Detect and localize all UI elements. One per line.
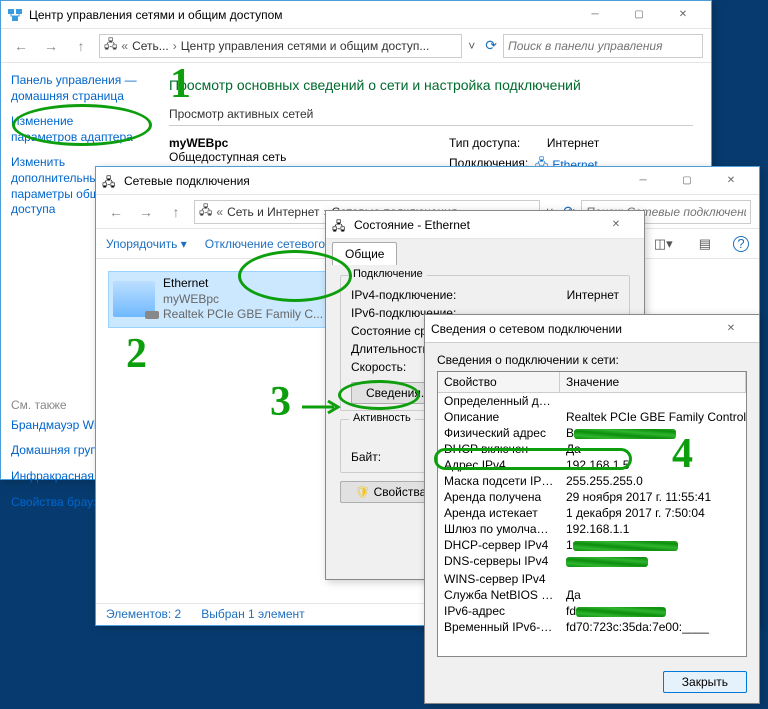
details-row[interactable]: Аренда истекает1 декабря 2017 г. 7:50:04 bbox=[438, 505, 746, 521]
titlebar[interactable]: Сведения о сетевом подключении ✕ bbox=[425, 315, 759, 343]
details-row[interactable]: DNS-серверы IPv4 bbox=[438, 553, 746, 569]
details-row[interactable]: WINS-сервер IPv4 bbox=[438, 571, 746, 587]
details-row[interactable]: Определенный для по... bbox=[438, 393, 746, 409]
up-button[interactable]: ↑ bbox=[164, 200, 188, 224]
forward-button[interactable]: → bbox=[134, 200, 158, 224]
page-heading: Просмотр основных сведений о сети и наст… bbox=[169, 77, 693, 93]
details-row[interactable]: Аренда получена29 ноября 2017 г. 11:55:4… bbox=[438, 489, 746, 505]
network-name: myWEBpc bbox=[169, 136, 449, 150]
forward-button[interactable]: → bbox=[39, 34, 63, 58]
close-button[interactable]: ✕ bbox=[709, 316, 753, 342]
search-input[interactable] bbox=[503, 34, 703, 58]
link-adapter-settings[interactable]: Изменение параметров адаптера bbox=[11, 114, 141, 145]
details-row[interactable]: Адрес IPv4192.168.1.5 bbox=[438, 457, 746, 473]
status-count: Элементов: 2 bbox=[106, 607, 181, 622]
breadcrumb[interactable]: 🖧 « Сеть... › Центр управления сетями и … bbox=[99, 34, 462, 58]
close-button[interactable]: ✕ bbox=[594, 212, 638, 238]
view-list-icon[interactable]: ▤ bbox=[695, 236, 715, 252]
col-property[interactable]: Свойство bbox=[438, 372, 560, 392]
minimize-button[interactable]: ─ bbox=[573, 2, 617, 28]
view-thumb-icon[interactable]: ◫▾ bbox=[650, 236, 677, 252]
details-row[interactable]: DHCP-сервер IPv41 bbox=[438, 537, 746, 553]
maximize-button[interactable]: ▢ bbox=[665, 168, 709, 194]
details-row[interactable]: IPv6-адресfd bbox=[438, 603, 746, 619]
close-button[interactable]: ✕ bbox=[709, 168, 753, 194]
titlebar[interactable]: Центр управления сетями и общим доступом… bbox=[1, 1, 711, 29]
col-value[interactable]: Значение bbox=[560, 372, 746, 392]
adapter-name: Ethernet bbox=[163, 276, 323, 292]
adapter-icon bbox=[113, 281, 155, 317]
dialog-title: Состояние - Ethernet bbox=[354, 218, 594, 232]
tab-general[interactable]: Общие bbox=[332, 242, 397, 265]
status-selected: Выбран 1 элемент bbox=[201, 607, 304, 622]
titlebar[interactable]: 🖧 Состояние - Ethernet ✕ bbox=[326, 211, 644, 239]
back-button[interactable]: ← bbox=[9, 34, 33, 58]
help-icon[interactable]: ? bbox=[733, 236, 749, 252]
details-row[interactable]: Временный IPv6-адресfd70:723c:35da:7e00:… bbox=[438, 619, 746, 635]
titlebar[interactable]: 🖧 Сетевые подключения ─ ▢ ✕ bbox=[96, 167, 759, 195]
network-icon: 🖧 bbox=[104, 35, 117, 56]
adapter-network: myWEBpc bbox=[163, 292, 323, 308]
details-row[interactable]: DHCP включенДа bbox=[438, 441, 746, 457]
close-button[interactable]: ✕ bbox=[661, 2, 705, 28]
maximize-button[interactable]: ▢ bbox=[617, 2, 661, 28]
toolbar-organize[interactable]: Упорядочить ▾ bbox=[106, 237, 187, 251]
network-icon bbox=[7, 7, 23, 23]
minimize-button[interactable]: ─ bbox=[621, 168, 665, 194]
up-button[interactable]: ↑ bbox=[69, 34, 93, 58]
details-row[interactable]: ОписаниеRealtek PCIe GBE Family Controll… bbox=[438, 409, 746, 425]
details-row[interactable]: Физический адресB bbox=[438, 425, 746, 441]
link-cp-home[interactable]: Панель управления — домашняя страница bbox=[11, 73, 141, 104]
window-title: Сетевые подключения bbox=[124, 174, 621, 188]
dialog-title: Сведения о сетевом подключении bbox=[431, 322, 709, 336]
adapter-device: Realtek PCIe GBE Family C... bbox=[163, 307, 323, 323]
address-bar: ← → ↑ 🖧 « Сеть... › Центр управления сет… bbox=[1, 29, 711, 63]
network-icon: 🖧 bbox=[102, 173, 118, 189]
details-caption: Сведения о подключении к сети: bbox=[437, 353, 747, 367]
details-row[interactable]: Шлюз по умолчанию IP...192.168.1.1 bbox=[438, 521, 746, 537]
back-button[interactable]: ← bbox=[104, 200, 128, 224]
shield-icon: 🛡 bbox=[355, 485, 370, 499]
details-listview[interactable]: Свойство Значение Определенный для по...… bbox=[437, 371, 747, 657]
adapter-ethernet[interactable]: Ethernet myWEBpc Realtek PCIe GBE Family… bbox=[108, 271, 332, 328]
active-networks-label: Просмотр активных сетей bbox=[169, 107, 693, 121]
refresh-icon[interactable]: ⟳ bbox=[485, 37, 497, 54]
network-kind: Общедоступная сеть bbox=[169, 150, 286, 164]
details-row[interactable]: Маска подсети IPv4255.255.255.0 bbox=[438, 473, 746, 489]
details-dialog: Сведения о сетевом подключении ✕ Сведени… bbox=[424, 314, 760, 704]
ethernet-icon: 🖧 bbox=[332, 217, 348, 233]
close-details-button[interactable]: Закрыть bbox=[663, 671, 747, 693]
details-row[interactable]: Служба NetBIOS через...Да bbox=[438, 587, 746, 603]
crumb-dropdown-icon[interactable]: ˅ bbox=[468, 39, 475, 53]
window-title: Центр управления сетями и общим доступом bbox=[29, 8, 573, 22]
network-icon: 🖧 bbox=[199, 201, 212, 222]
